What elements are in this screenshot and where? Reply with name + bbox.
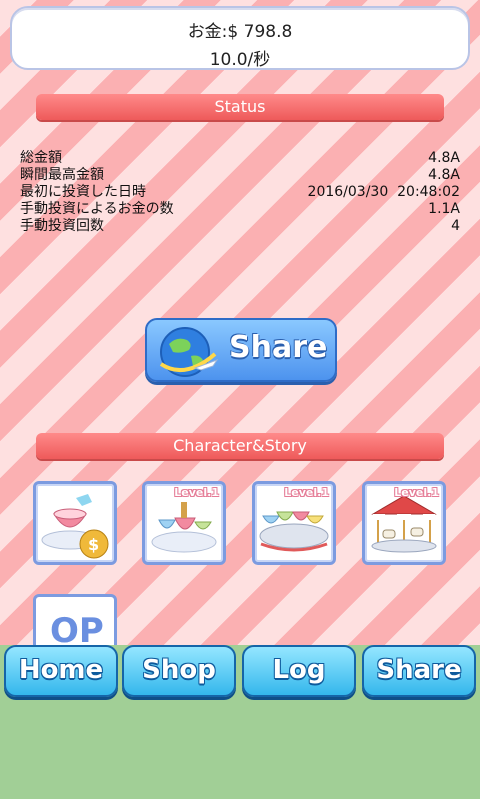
stat-value: 2016/03/30 20:48:02	[307, 184, 460, 200]
character-card-teacup-carousel[interactable]: Level.1	[252, 481, 336, 565]
stat-row-first-date: 最初に投資した日時 2016/03/30 20:48:02	[20, 184, 460, 201]
money-panel: お金:$ 798.8 10.0/秒	[10, 6, 470, 70]
stat-row-total: 総金額 4.8A	[20, 150, 460, 167]
level-badge: Level.1	[284, 486, 329, 499]
money-rate-label: 10.0/秒	[209, 50, 271, 70]
teacup-money-bag-icon: $	[41, 494, 109, 559]
nav-share-label: Share	[376, 655, 462, 685]
globe-airplane-icon	[159, 327, 219, 377]
character-card-op[interactable]: OP	[33, 594, 117, 645]
level-badge: Level.1	[174, 486, 219, 499]
nav-home-button[interactable]: Home	[4, 645, 118, 697]
money-label: お金:$ 798.8	[187, 22, 293, 42]
op-card-label: OP	[50, 611, 104, 645]
level-badge: Level.1	[394, 486, 439, 499]
character-card-merry-go-round[interactable]: Level.1	[362, 481, 446, 565]
stat-value: 4	[451, 218, 460, 234]
stat-value: 1.1A	[428, 201, 460, 217]
status-list: 総金額 4.8A 瞬間最高金額 4.8A 最初に投資した日時 2016/03/3…	[20, 150, 460, 235]
character-card-money-teacup[interactable]: $	[33, 481, 117, 565]
nav-log-label: Log	[272, 655, 326, 685]
stat-value: 4.8A	[428, 150, 460, 166]
stat-row-manual-count: 手動投資回数 4	[20, 218, 460, 235]
character-card-teacup-ride[interactable]: Level.1	[142, 481, 226, 565]
share-main-label: Share	[229, 330, 328, 365]
nav-shop-button[interactable]: Shop	[122, 645, 236, 697]
nav-share-button[interactable]: Share	[362, 645, 476, 697]
share-main-button[interactable]: Share	[145, 318, 337, 382]
nav-log-button[interactable]: Log	[242, 645, 356, 697]
character-story-banner: Character&Story	[36, 433, 444, 459]
stat-label: 手動投資によるお金の数	[20, 201, 174, 217]
stat-label: 瞬間最高金額	[20, 167, 104, 183]
svg-text:$: $	[88, 535, 99, 554]
stat-label: 手動投資回数	[20, 218, 104, 234]
nav-shop-label: Shop	[142, 655, 216, 685]
stat-row-peak: 瞬間最高金額 4.8A	[20, 167, 460, 184]
stat-label: 最初に投資した日時	[20, 184, 146, 200]
nav-home-label: Home	[18, 655, 104, 685]
stat-row-manual-money: 手動投資によるお金の数 1.1A	[20, 201, 460, 218]
stat-label: 総金額	[20, 150, 62, 166]
stat-value: 4.8A	[428, 167, 460, 183]
status-banner: Status	[36, 94, 444, 120]
game-area: お金:$ 798.8 10.0/秒 Status 総金額 4.8A 瞬間最高金額…	[0, 0, 480, 645]
